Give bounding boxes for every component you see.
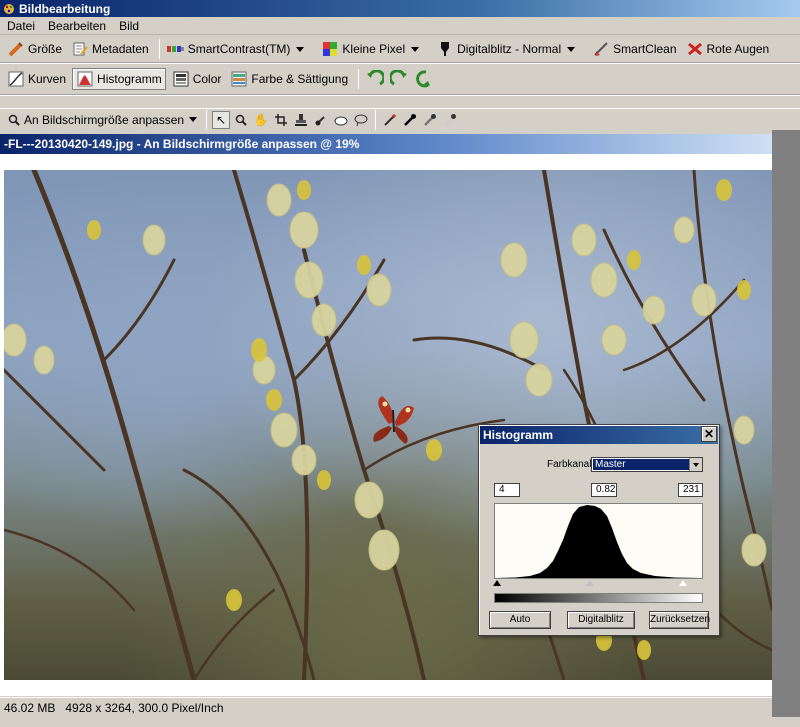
chevron-down-icon[interactable] (567, 46, 576, 52)
lasso-icon[interactable] (352, 111, 370, 129)
histogram-button[interactable]: Histogramm (72, 68, 166, 90)
chevron-down-icon[interactable] (411, 46, 420, 52)
toolbar-main: Größe Metadaten SmartContrast(TM) Kleine… (0, 36, 800, 62)
histogram-plot (495, 505, 702, 578)
black-point-slider-handle[interactable] (493, 580, 502, 586)
smartcontrast-button[interactable]: SmartContrast(TM) (164, 38, 316, 60)
smartcontrast-label: SmartContrast(TM) (187, 42, 291, 56)
resize-label: Größe (28, 42, 63, 56)
reset-button[interactable]: Zurücksetzen (649, 611, 710, 629)
histogram-icon (76, 70, 94, 88)
chevron-down-icon[interactable] (189, 117, 198, 122)
red-eye-button[interactable]: Rote Augen (683, 38, 773, 60)
title-bar: Bildbearbeitung (0, 0, 800, 17)
zoom-fit-icon (5, 111, 23, 129)
flash-label: Digitalblitz - Normal (457, 42, 562, 56)
output-gradient-bar (494, 593, 703, 603)
auto-button[interactable]: Auto (489, 611, 551, 629)
zoom-icon[interactable] (232, 111, 250, 129)
flash-icon (436, 40, 454, 58)
menu-bild[interactable]: Bild (112, 17, 145, 35)
window-title: Bildbearbeitung (19, 1, 111, 16)
eyedropper-black-icon[interactable] (401, 111, 419, 129)
toolbar-divider (0, 94, 800, 96)
histogram-dialog-title-text: Histogramm (483, 428, 554, 442)
histogram-dialog-title[interactable]: Histogramm (480, 426, 718, 444)
palette-icon (4, 3, 14, 14)
curves-label: Kurven (28, 72, 67, 86)
document-title-bar: -FL---20130420-149.jpg - An Bildschirmgr… (0, 134, 772, 154)
chevron-down-icon[interactable] (296, 46, 305, 52)
toolbar-separator (206, 109, 208, 130)
metadata-label: Metadaten (92, 42, 149, 56)
close-icon[interactable]: ✕ (701, 426, 717, 442)
gamma-input[interactable]: 0.82 (591, 483, 617, 497)
toolbar-separator (375, 109, 377, 130)
color-icon (172, 70, 190, 88)
white-point-input[interactable]: 231 (678, 483, 703, 497)
toolbar-tools: An Bildschirmgröße anpassen ↖ ✋ (0, 108, 800, 130)
rotate-180-icon[interactable] (412, 70, 434, 88)
channel-label: Farbkanal: (547, 459, 595, 470)
app-window: Bildbearbeitung Datei Bearbeiten Bild Gr… (0, 0, 800, 727)
stamp-icon[interactable] (292, 111, 310, 129)
workspace-background (772, 130, 800, 727)
toolbar-separator (358, 69, 360, 89)
red-eye-label: Rote Augen (706, 42, 770, 56)
smartclean-label: SmartClean (613, 42, 677, 56)
color-button[interactable]: Color (169, 68, 225, 90)
status-bar: 46.02 MB 4928 x 3264, 300.0 Pixel/Inch (0, 697, 772, 717)
smartclean-button[interactable]: SmartClean (589, 38, 679, 60)
resize-button[interactable]: Größe (4, 38, 65, 60)
chevron-down-icon[interactable] (689, 458, 702, 471)
rotate-left-icon[interactable] (364, 70, 386, 88)
saturation-button[interactable]: Farbe & Sättigung (227, 68, 351, 90)
menu-datei[interactable]: Datei (0, 17, 41, 35)
status-dimensions: 4928 x 3264, 300.0 Pixel/Inch (65, 701, 224, 715)
butterfly (373, 396, 414, 444)
histogram-graph (494, 503, 703, 579)
curves-icon (7, 70, 25, 88)
color-label: Color (192, 72, 222, 86)
crop-icon[interactable] (272, 111, 290, 129)
histogram-label: Histogramm (97, 72, 162, 86)
channel-select[interactable]: Master (591, 457, 703, 472)
saturation-icon (230, 70, 248, 88)
levels-slider[interactable] (493, 579, 703, 589)
smartclean-icon (592, 40, 610, 58)
toolbar-divider (0, 62, 800, 64)
eraser-icon[interactable] (332, 111, 350, 129)
small-pixel-button[interactable]: Kleine Pixel (318, 38, 430, 60)
resize-icon (7, 40, 25, 58)
toolbar-separator (158, 39, 160, 59)
metadata-button[interactable]: Metadaten (68, 38, 152, 60)
metadata-icon (71, 40, 89, 58)
curves-button[interactable]: Kurven (4, 68, 69, 90)
channel-select-value: Master (593, 459, 689, 470)
flash-auto-button[interactable]: Digitalblitz (567, 611, 635, 629)
zoom-fit-select[interactable]: An Bildschirmgröße anpassen (24, 113, 184, 127)
wand-icon[interactable] (381, 111, 399, 129)
saturation-label: Farbe & Sättigung (251, 72, 349, 86)
eyedropper-gray-icon[interactable] (421, 111, 439, 129)
menu-bar: Datei Bearbeiten Bild (0, 17, 800, 35)
menu-bearbeiten[interactable]: Bearbeiten (41, 17, 112, 35)
smartcontrast-icon (166, 40, 185, 58)
red-eye-icon (686, 40, 704, 58)
rotate-right-icon[interactable] (388, 70, 410, 88)
brush-icon[interactable] (312, 111, 330, 129)
histogram-dialog: Histogramm ✕ Farbkanal: Master 4 0.82 23… (478, 424, 720, 636)
small-pixel-label: Kleine Pixel (342, 42, 406, 56)
status-filesize: 46.02 MB (4, 701, 56, 715)
toolbar-adjust: Kurven Histogramm Color Farbe & Sättigun… (0, 66, 800, 92)
hand-icon[interactable]: ✋ (252, 111, 270, 129)
white-point-slider-handle[interactable] (679, 580, 688, 586)
pointer-icon[interactable]: ↖ (212, 110, 231, 129)
flash-button[interactable]: Digitalblitz - Normal (433, 38, 586, 60)
eyedropper-white-icon[interactable] (441, 111, 459, 129)
small-pixel-icon (321, 40, 339, 58)
black-point-input[interactable]: 4 (494, 483, 520, 497)
gamma-slider-handle[interactable] (586, 580, 595, 586)
bottom-strip (0, 717, 800, 727)
